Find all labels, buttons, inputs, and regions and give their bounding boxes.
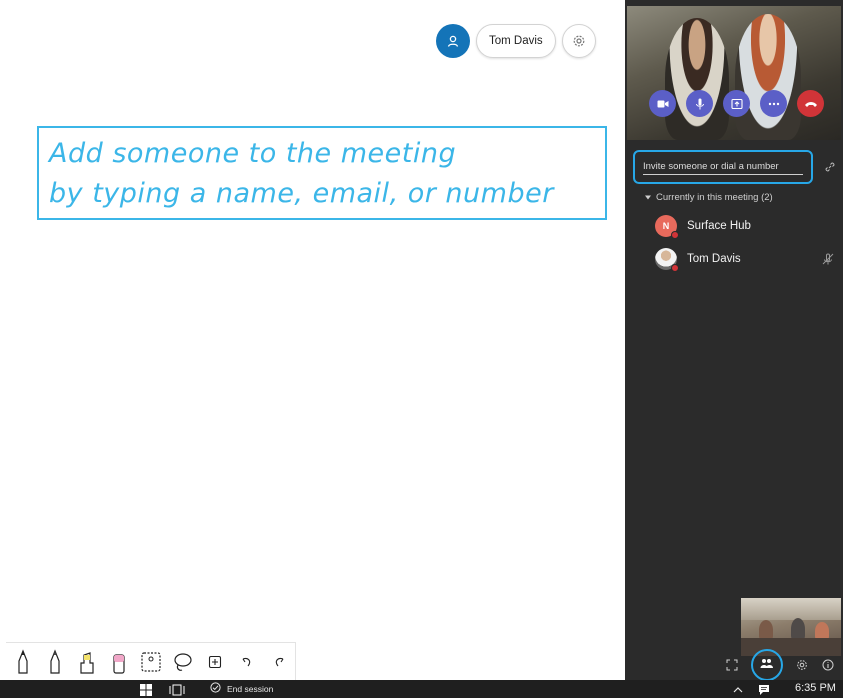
self-video-feed <box>741 598 841 656</box>
app-window: Tom Davis Add someone to the meeting by … <box>0 0 843 698</box>
lasso-icon[interactable] <box>170 647 196 677</box>
people-button[interactable] <box>751 649 783 681</box>
end-session-button[interactable]: End session <box>210 682 273 695</box>
check-circle-icon <box>210 682 221 695</box>
video-controls <box>649 90 824 117</box>
status-dot <box>671 231 679 239</box>
camera-icon[interactable] <box>649 90 676 117</box>
taskbar-clock: 6:35 PM <box>795 682 836 694</box>
link-icon[interactable] <box>823 160 837 174</box>
participant-name: Surface Hub <box>687 220 751 232</box>
eraser-pink-icon[interactable] <box>106 647 132 677</box>
callout-line-1: Add someone to the meeting <box>49 138 457 169</box>
info-icon[interactable] <box>821 658 835 672</box>
task-view-icon[interactable] <box>169 683 185 696</box>
more-icon[interactable] <box>760 90 787 117</box>
end-session-label: End session <box>227 683 274 694</box>
person-icon[interactable] <box>436 24 470 58</box>
callout-line-2: by typing a name, email, or number <box>49 178 554 209</box>
user-name-button[interactable]: Tom Davis <box>476 24 556 58</box>
main-video-feed <box>627 6 841 140</box>
meeting-pane: Currently in this meeting (2) N Surface … <box>625 0 843 681</box>
avatar: N <box>655 215 679 239</box>
action-center-icon[interactable] <box>758 683 770 695</box>
pane-bottom-bar <box>625 649 843 681</box>
pen-black-icon[interactable] <box>10 647 36 677</box>
ink-toolbar <box>6 642 296 680</box>
share-icon[interactable] <box>723 90 750 117</box>
whiteboard-canvas[interactable]: Tom Davis Add someone to the meeting by … <box>0 0 625 680</box>
taskbar: End session 6:35 PM <box>0 680 843 698</box>
windows-start-icon[interactable] <box>140 683 152 696</box>
instruction-callout: Add someone to the meeting by typing a n… <box>37 126 607 220</box>
self-video-person <box>791 618 805 640</box>
invite-row <box>633 150 837 184</box>
invite-input[interactable] <box>643 159 803 175</box>
fullscreen-icon[interactable] <box>725 658 739 672</box>
redo-icon[interactable] <box>266 647 292 677</box>
participant-video-person-2 <box>735 14 801 140</box>
participant-row[interactable]: Tom Davis <box>655 247 835 272</box>
avatar-initial: N <box>662 221 670 231</box>
gear-icon[interactable] <box>795 658 809 672</box>
profile-cluster: Tom Davis <box>436 24 596 58</box>
participants-section-header[interactable]: Currently in this meeting (2) <box>645 192 773 203</box>
participant-video-person-1 <box>665 18 729 140</box>
ruler-icon[interactable] <box>138 647 164 677</box>
participant-row[interactable]: N Surface Hub <box>655 214 835 239</box>
avatar <box>655 248 679 272</box>
undo-icon[interactable] <box>234 647 260 677</box>
chevron-up-icon[interactable] <box>732 683 744 695</box>
self-video-background <box>741 598 841 620</box>
gear-icon[interactable] <box>561 24 596 58</box>
chevron-down-icon <box>645 192 651 203</box>
microphone-muted-icon <box>821 252 835 266</box>
hang-up-icon[interactable] <box>797 90 824 117</box>
participant-name: Tom Davis <box>687 253 741 265</box>
section-label: Currently in this meeting (2) <box>656 192 773 203</box>
insert-icon[interactable] <box>202 647 228 677</box>
status-dot <box>671 264 679 272</box>
invite-highlight <box>633 150 813 184</box>
microphone-icon[interactable] <box>686 90 713 117</box>
highlighter-yellow-icon[interactable] <box>74 647 100 677</box>
user-name-label: Tom Davis <box>489 35 543 47</box>
self-video-person <box>759 620 773 640</box>
pen-outline-icon[interactable] <box>42 647 68 677</box>
people-icon <box>760 656 774 674</box>
